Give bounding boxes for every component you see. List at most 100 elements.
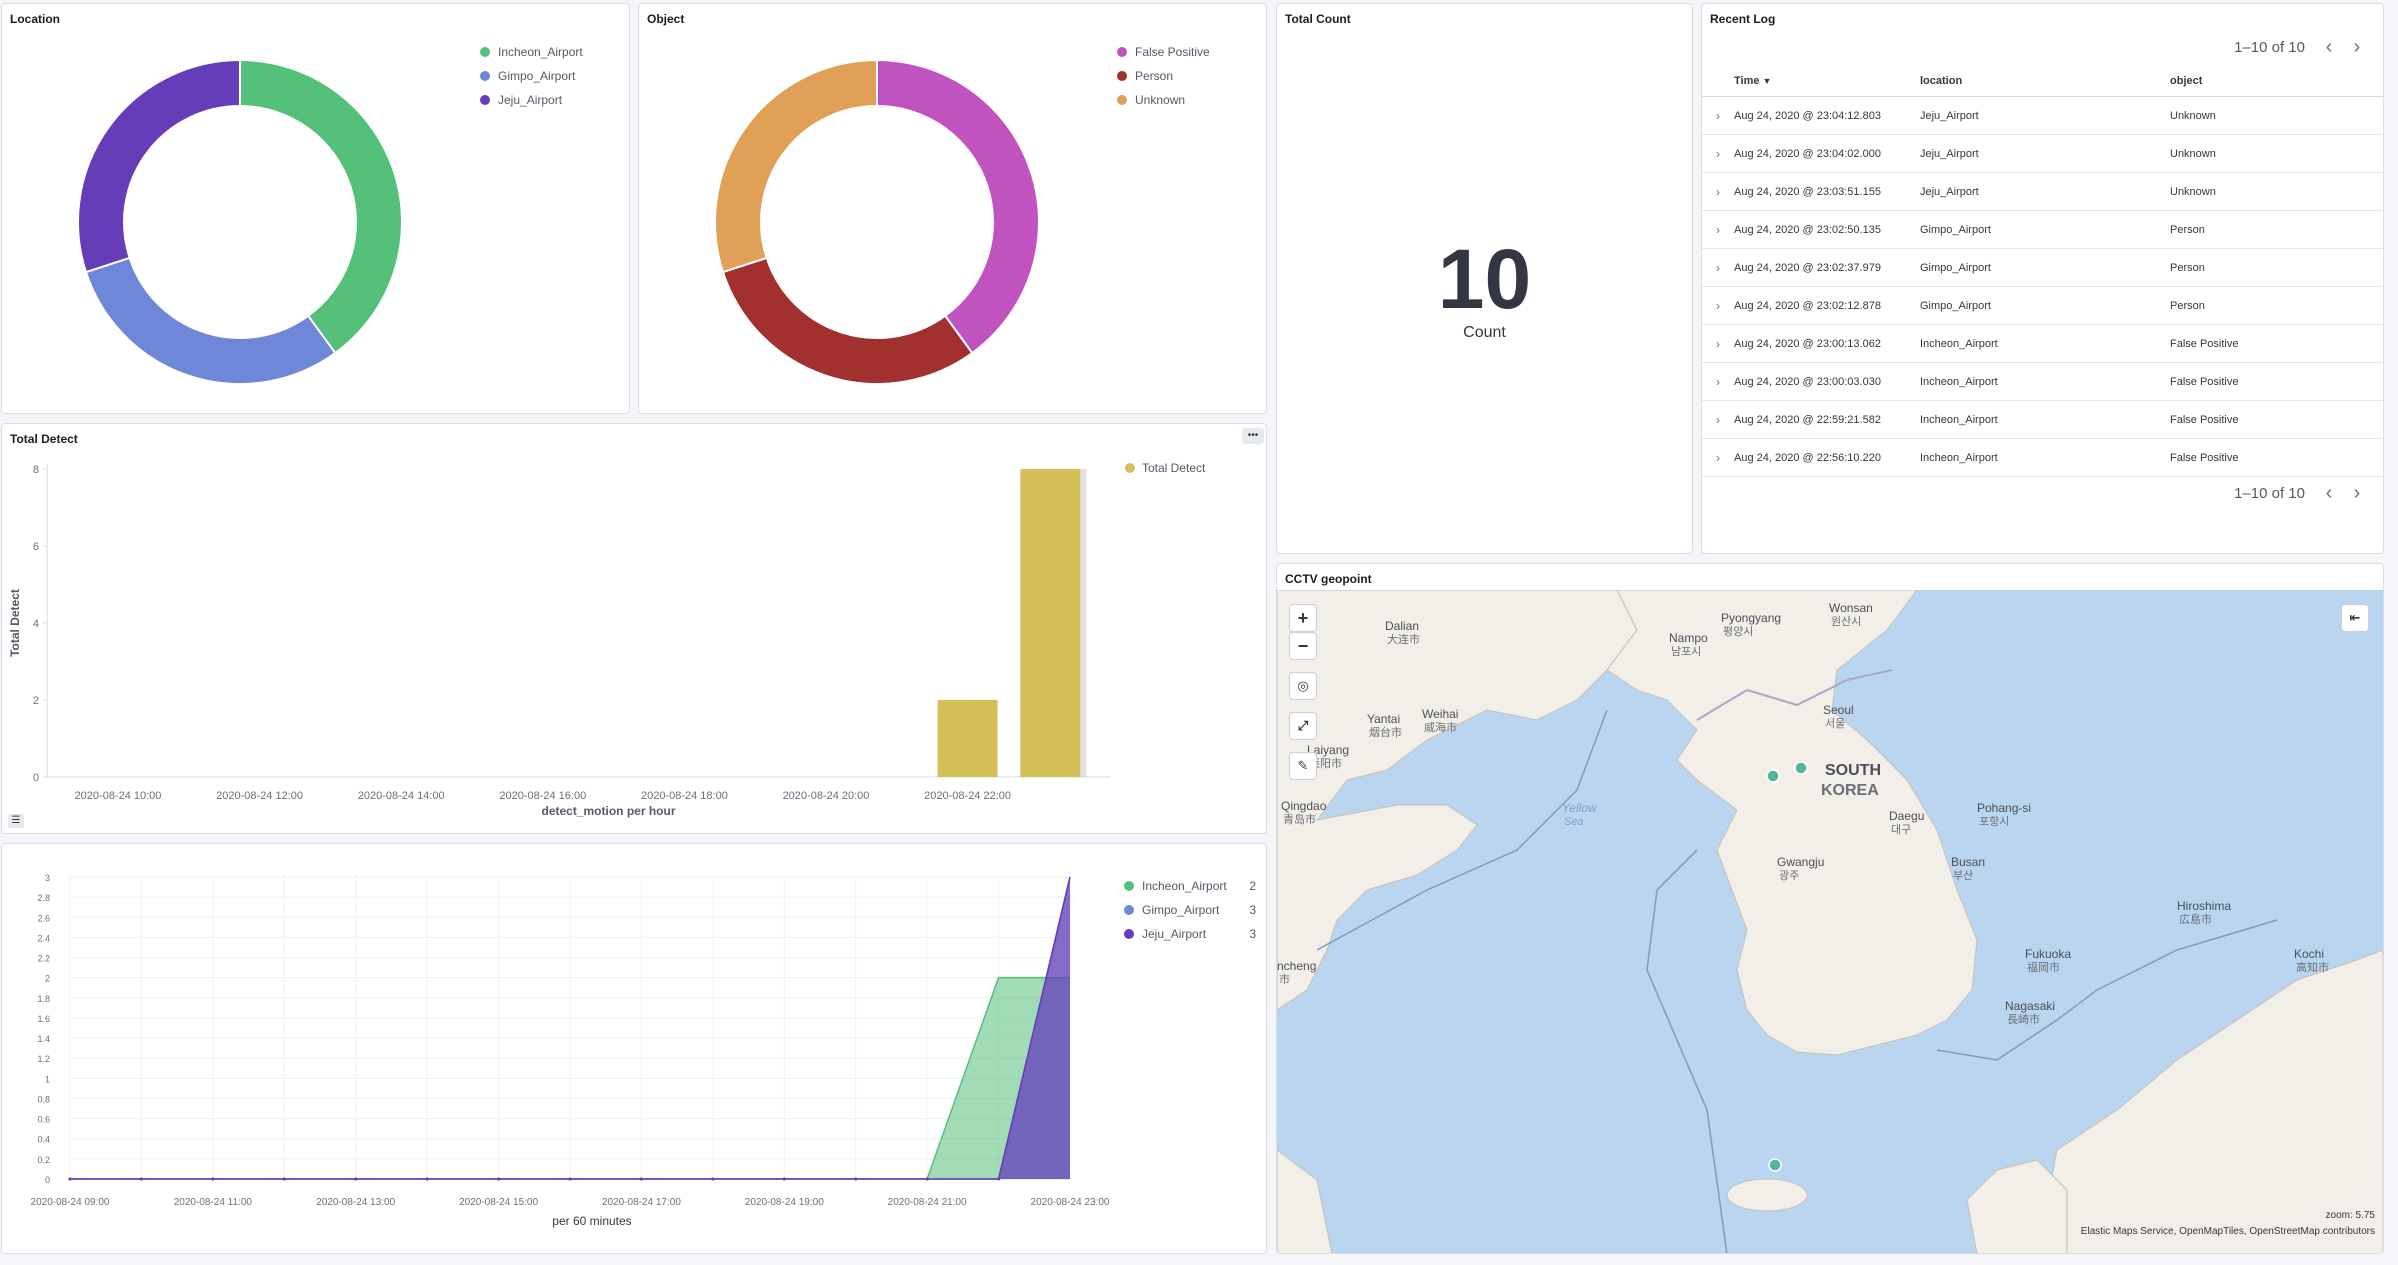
map-canvas[interactable]: Dalian大连市 Pyongyang평양시 Wonsan원산시 Nampo남포시 We… — [1277, 590, 2383, 1254]
table-row[interactable]: › Aug 24, 2020 @ 23:02:50.135 Gimpo_Airpor… — [1702, 211, 2383, 249]
legend-item[interactable]: False Positive — [1117, 40, 1210, 64]
map-place-label: Busan — [1951, 855, 1985, 869]
y-tick-label: 4 — [33, 618, 39, 630]
column-header-time[interactable]: Time ▼ — [1734, 75, 1920, 87]
data-point — [782, 1177, 786, 1181]
pie-slice-false-positive[interactable] — [876, 58, 1040, 355]
table-row[interactable]: › Aug 24, 2020 @ 23:00:03.030 Incheon_Airp… — [1702, 363, 2383, 401]
prev-page-button[interactable]: ‹ — [2315, 36, 2343, 59]
legend-item[interactable]: Jeju_Airport 3 — [1124, 922, 1256, 946]
legend-toggle-icon[interactable]: ☰ — [8, 814, 24, 828]
data-point — [711, 1177, 715, 1181]
set-view-icon[interactable]: ◎ — [1289, 672, 1317, 700]
x-tick-label: 2020-08-24 19:00 — [745, 1197, 824, 1208]
table-cell: Unknown — [2170, 109, 2216, 122]
legend-item[interactable]: Unknown — [1117, 88, 1210, 112]
map-controls: + − ◎ ⤢ ✎ — [1289, 604, 1317, 780]
table-row[interactable]: › Aug 24, 2020 @ 23:04:02.000 Jeju_Airport… — [1702, 135, 2383, 173]
pie-slice-person[interactable] — [721, 256, 974, 385]
map-place-label: Dalian — [1385, 619, 1419, 633]
table-cell: False Positive — [2170, 337, 2239, 350]
pie-slice-jeju-airport[interactable] — [77, 58, 241, 274]
map-place-label: Pohang-si — [1977, 801, 2031, 815]
cctv-point-jeju[interactable] — [1768, 1158, 1782, 1172]
location-panel: Location Incheon_Airport Gimpo_Airport Jej… — [1, 3, 630, 414]
map-place-label-local: 広島市 — [2179, 912, 2212, 926]
prev-page-button[interactable]: ‹ — [2315, 482, 2343, 505]
pie-slice-unknown[interactable] — [714, 58, 878, 274]
pagination-top: 1–10 of 10 ‹ › — [2234, 36, 2371, 59]
pie-slice-incheon-airport[interactable] — [239, 58, 403, 355]
column-header-location[interactable]: location — [1920, 75, 2170, 87]
cctv-point-gimpo[interactable] — [1794, 761, 1808, 775]
legend-dot-icon — [480, 71, 490, 81]
legend-dot-icon — [1124, 905, 1134, 915]
map-place-label: Weihai — [1422, 707, 1458, 721]
cctv-point-incheon[interactable] — [1766, 769, 1780, 783]
table-cell: Jeju_Airport — [1920, 109, 1979, 122]
map-place-label: Hiroshima — [2177, 899, 2231, 913]
expand-row-icon[interactable]: › — [1702, 223, 1734, 237]
legend-label: Jeju_Airport — [498, 93, 563, 107]
legend-label: False Positive — [1135, 45, 1210, 59]
table-row[interactable]: › Aug 24, 2020 @ 23:00:13.062 Incheon_Airp… — [1702, 325, 2383, 363]
table-row[interactable]: › Aug 24, 2020 @ 23:04:12.803 Jeju_Airport… — [1702, 97, 2383, 135]
legend-item[interactable]: Incheon_Airport — [480, 40, 583, 64]
table-row[interactable]: › Aug 24, 2020 @ 23:02:37.979 Gimpo_Airpor… — [1702, 249, 2383, 287]
map-place-label-local: 평양시 — [1723, 625, 1753, 638]
column-header-object[interactable]: object — [2170, 75, 2383, 87]
next-page-button[interactable]: › — [2343, 482, 2371, 505]
legend-item[interactable]: Incheon_Airport 2 — [1124, 874, 1256, 898]
expand-row-icon[interactable]: › — [1702, 375, 1734, 389]
expand-row-icon[interactable]: › — [1702, 337, 1734, 351]
map-place-label-local: 威海市 — [1424, 720, 1457, 734]
expand-row-icon[interactable]: › — [1702, 109, 1734, 123]
legend-dot-icon — [1117, 47, 1127, 57]
data-point — [639, 1177, 643, 1181]
y-tick-label: 0 — [45, 1175, 50, 1185]
legend-value: 3 — [1249, 927, 1256, 941]
layers-toggle-button[interactable]: ⇤ — [2341, 604, 2369, 632]
bar-hover-highlight — [1080, 469, 1087, 777]
map-panel: CCTV geopoint Dalian 大连市 Pyongyang 평양시 Wonsa… — [1276, 563, 2384, 1254]
map-place-label: Yellow — [1562, 801, 1598, 815]
legend-item[interactable]: Gimpo_Airport — [480, 64, 583, 88]
y-tick-label: 8 — [33, 464, 39, 476]
draw-tool-icon[interactable]: ✎ — [1289, 752, 1317, 780]
expand-row-icon[interactable]: › — [1702, 261, 1734, 275]
table-row[interactable]: › Aug 24, 2020 @ 23:02:12.878 Gimpo_Airpor… — [1702, 287, 2383, 325]
bar-2020-08-24-22-00[interactable] — [937, 700, 998, 777]
map-place-label: Kochi — [2294, 947, 2324, 961]
pie-slice-gimpo-airport[interactable] — [84, 256, 337, 385]
map-place-label-local: 烟台市 — [1369, 725, 1402, 739]
table-row[interactable]: › Aug 24, 2020 @ 22:59:21.582 Incheon_Airp… — [1702, 401, 2383, 439]
legend-item[interactable]: Jeju_Airport — [480, 88, 583, 112]
data-point — [997, 1177, 1001, 1181]
x-tick-label: 2020-08-24 10:00 — [75, 790, 162, 802]
legend-label[interactable]: Total Detect — [1142, 461, 1206, 475]
table-cell: Aug 24, 2020 @ 23:00:13.062 — [1734, 337, 1881, 350]
zoom-in-button[interactable]: + — [1289, 604, 1317, 632]
x-tick-label: 2020-08-24 11:00 — [174, 1197, 253, 1208]
zoom-out-button[interactable]: − — [1289, 632, 1317, 660]
table-row[interactable]: › Aug 24, 2020 @ 22:56:10.220 Incheon_Airp… — [1702, 439, 2383, 477]
y-tick-label: 2.8 — [37, 893, 50, 903]
expand-row-icon[interactable]: › — [1702, 185, 1734, 199]
expand-row-icon[interactable]: › — [1702, 147, 1734, 161]
x-axis-title: detect_motion per hour — [541, 804, 675, 818]
expand-row-icon[interactable]: › — [1702, 299, 1734, 313]
expand-row-icon[interactable]: › — [1702, 413, 1734, 427]
legend-item[interactable]: Gimpo_Airport 3 — [1124, 898, 1256, 922]
map-place-label-local: 高知市 — [2296, 960, 2329, 974]
location-area-panel: 0 0.2 0.4 0.6 0.8 1 1.2 1.4 1.6 1.8 2 2.2 2.4 2.6 2.8 3… — [1, 843, 1267, 1254]
legend-item[interactable]: Person — [1117, 64, 1210, 88]
x-tick-label: 2020-08-24 21:00 — [888, 1197, 967, 1208]
next-page-button[interactable]: › — [2343, 36, 2371, 59]
panel-title: CCTV geopoint — [1285, 572, 1372, 586]
fit-bounds-icon[interactable]: ⤢ — [1289, 712, 1317, 740]
table-cell: Person — [2170, 261, 2205, 274]
bar-2020-08-24-23-00[interactable] — [1020, 469, 1081, 777]
expand-row-icon[interactable]: › — [1702, 451, 1734, 465]
table-cell: Incheon_Airport — [1920, 413, 1998, 426]
table-row[interactable]: › Aug 24, 2020 @ 23:03:51.155 Jeju_Airport… — [1702, 173, 2383, 211]
